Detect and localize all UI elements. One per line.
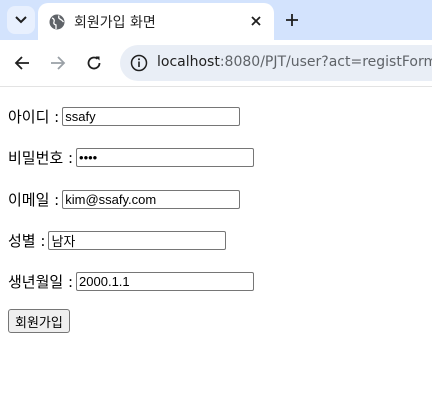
- id-label: 아이디 :: [8, 108, 60, 126]
- close-tab-icon[interactable]: [247, 12, 265, 30]
- address-bar[interactable]: localhost:8080/PJT/user?act=registForm: [120, 45, 432, 81]
- back-arrow-icon[interactable]: [11, 52, 33, 74]
- email-row: 이메일 :: [8, 189, 241, 210]
- password-row: 비밀번호 :: [8, 147, 255, 168]
- gender-row: 성별 :: [8, 230, 227, 251]
- gender-input[interactable]: [48, 231, 227, 250]
- email-label: 이메일 :: [8, 191, 60, 209]
- browser-toolbar: localhost:8080/PJT/user?act=registForm: [0, 40, 432, 87]
- reload-icon[interactable]: [83, 52, 105, 74]
- globe-icon: [49, 14, 65, 30]
- signup-button[interactable]: 회원가입: [8, 309, 70, 333]
- tab-strip: 회원가입 화면: [0, 0, 432, 40]
- url-path: :8080/PJT/user?act=registForm: [219, 54, 432, 70]
- url-text[interactable]: localhost:8080/PJT/user?act=registForm: [157, 54, 432, 70]
- tab-search-chevron-icon[interactable]: [7, 6, 35, 34]
- url-host: localhost: [157, 54, 220, 70]
- password-label: 비밀번호 :: [8, 149, 74, 167]
- birthdate-row: 생년월일 :: [8, 271, 255, 292]
- tab-title: 회원가입 화면: [74, 15, 156, 31]
- birthdate-input[interactable]: [76, 272, 255, 291]
- page-content: 아이디 : 비밀번호 : 이메일 : 성별 : 생년월일 : 회원가입: [0, 87, 432, 407]
- id-row: 아이디 :: [8, 106, 241, 127]
- new-tab-plus-icon[interactable]: [281, 9, 303, 31]
- birthdate-label: 생년월일 :: [8, 273, 74, 291]
- email-input[interactable]: [62, 190, 241, 209]
- id-input[interactable]: [62, 107, 241, 126]
- active-tab[interactable]: 회원가입 화면: [38, 3, 274, 40]
- forward-arrow-icon[interactable]: [47, 52, 69, 74]
- password-input[interactable]: [76, 148, 255, 167]
- gender-label: 성별 :: [8, 232, 46, 250]
- site-info-icon[interactable]: [130, 54, 148, 72]
